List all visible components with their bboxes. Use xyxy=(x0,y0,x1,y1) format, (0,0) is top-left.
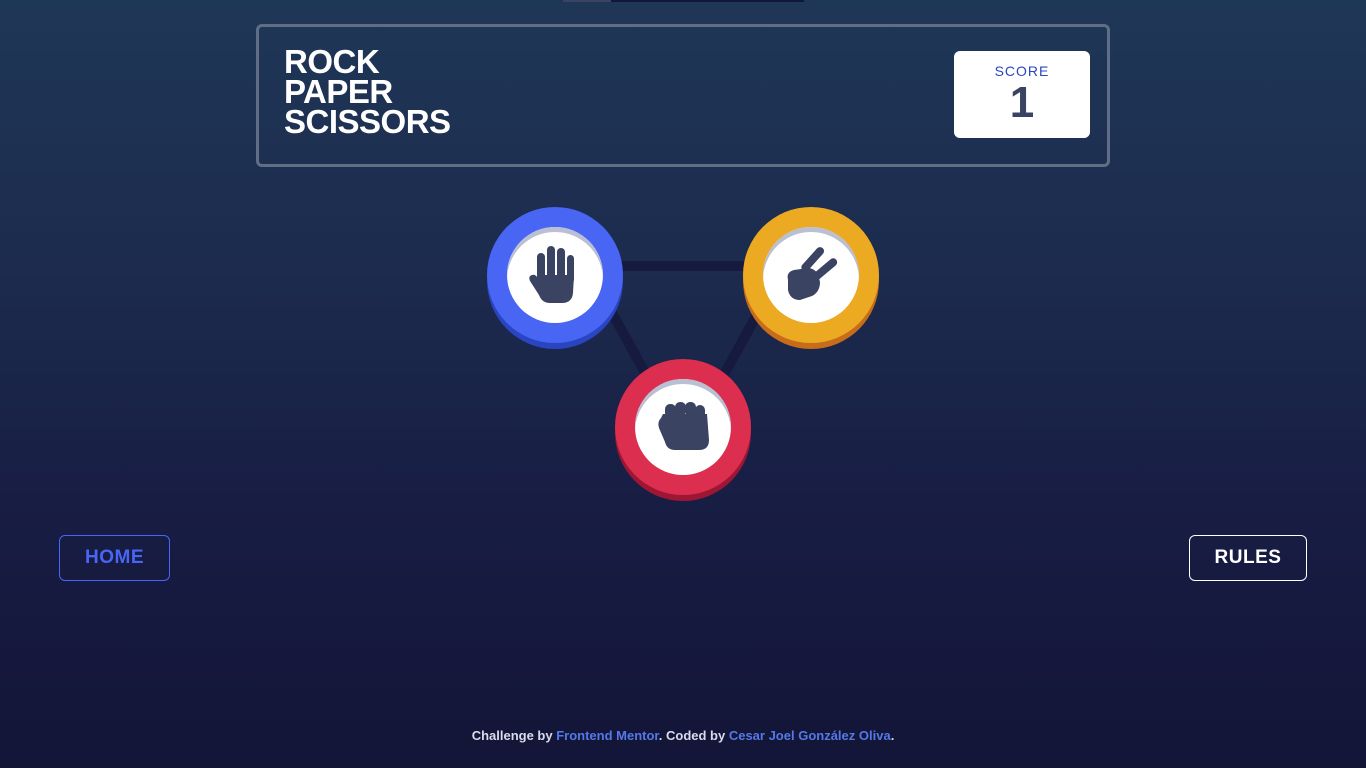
scissors-token[interactable] xyxy=(743,207,879,349)
score-box: SCORE 1 xyxy=(954,51,1090,138)
footer-prefix: Challenge by xyxy=(471,728,557,743)
footer-suffix: . xyxy=(890,728,895,743)
scissors-hand-icon xyxy=(787,247,838,300)
paper-token[interactable] xyxy=(487,207,623,349)
footer-middle: . Coded by xyxy=(658,728,729,743)
frontend-mentor-link[interactable]: Frontend Mentor xyxy=(556,728,659,743)
score-value: 1 xyxy=(1009,78,1035,127)
title-line-scissors: SCISSORS xyxy=(284,103,451,140)
header: ROCK PAPER SCISSORS SCORE 1 xyxy=(256,24,1110,167)
rock-token[interactable] xyxy=(615,359,751,501)
game-title: ROCK PAPER SCISSORS xyxy=(284,45,451,140)
paper-hand-icon xyxy=(529,246,574,303)
game-board xyxy=(480,200,890,510)
rock-fist-icon xyxy=(658,402,709,450)
score-label: SCORE xyxy=(994,63,1050,79)
home-button[interactable]: HOME xyxy=(59,535,170,581)
rules-button[interactable]: RULES xyxy=(1189,535,1307,581)
top-strip xyxy=(563,0,804,2)
author-link[interactable]: Cesar Joel González Oliva xyxy=(729,728,891,743)
footer: Challenge by Frontend Mentor. Coded by C… xyxy=(0,728,1366,743)
